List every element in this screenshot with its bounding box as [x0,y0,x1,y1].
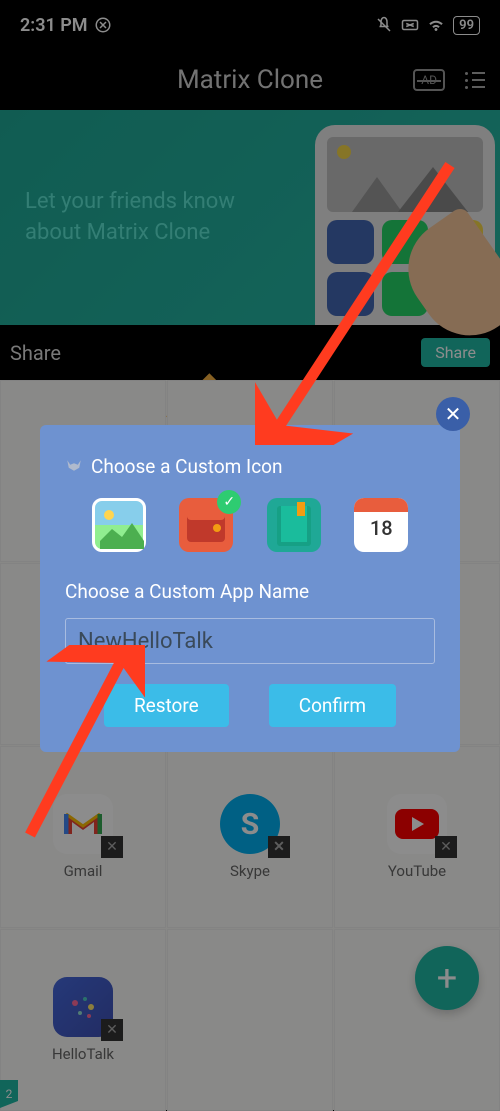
icon-option-book[interactable] [267,498,321,552]
modal-title: Choose a Custom Icon [91,455,282,478]
annotation-arrow-2 [15,645,145,845]
icon-option-gallery[interactable] [92,498,146,552]
confirm-button[interactable]: Confirm [269,684,396,727]
icon-option-wallet[interactable]: ✓ [179,498,233,552]
icon-option-calendar[interactable]: 18 [354,498,408,552]
selected-check-icon: ✓ [217,490,241,514]
fox-icon [65,458,83,476]
icon-options: ✓ 18 [65,498,435,552]
annotation-arrow-1 [255,155,465,445]
modal-subtitle: Choose a Custom App Name [65,580,435,603]
